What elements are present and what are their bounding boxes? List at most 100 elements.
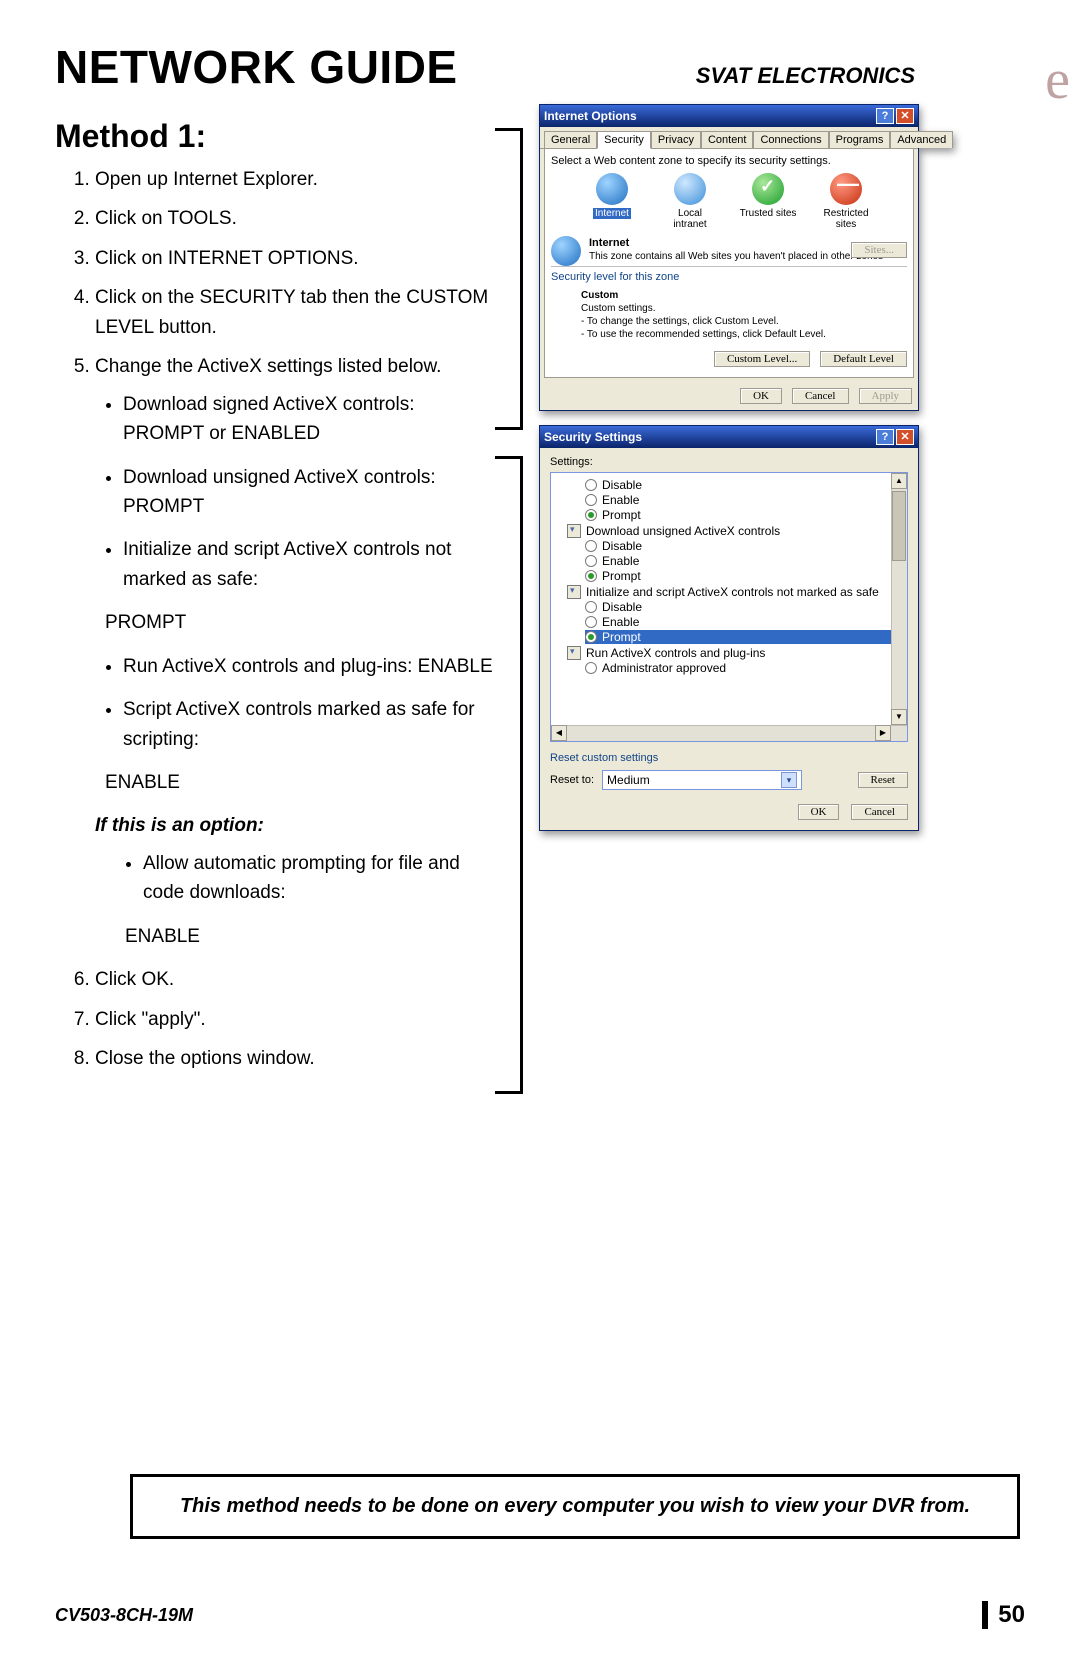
zone-prompt: Select a Web content zone to specify its… (551, 155, 907, 167)
stop-icon (830, 173, 862, 205)
reset-to-value: Medium (607, 773, 650, 787)
radio-label: Disable (602, 539, 642, 553)
reset-custom-label: Reset custom settings (550, 752, 908, 764)
dlg1-apply-button[interactable]: Apply (859, 388, 913, 404)
step-8: Close the options window. (95, 1044, 495, 1073)
scroll-left-icon[interactable]: ◀ (551, 725, 567, 741)
radio-label: Enable (602, 615, 639, 629)
step-5-text: Change the ActiveX settings listed below… (95, 356, 441, 377)
radio-enable-3[interactable]: Enable (585, 615, 901, 629)
close-icon[interactable]: ✕ (896, 108, 914, 124)
group-label: Download unsigned ActiveX controls (586, 524, 780, 538)
radio-label: Disable (602, 600, 642, 614)
radio-label: Prompt (602, 508, 641, 522)
step5-b5-text: Script ActiveX controls marked as safe f… (123, 699, 475, 749)
zone-local-intranet[interactable]: Local intranet (660, 173, 720, 230)
step-5: Change the ActiveX settings listed below… (95, 352, 495, 951)
step5-b3-value: PROMPT (105, 608, 495, 637)
step-3: Click on INTERNET OPTIONS. (95, 244, 495, 273)
radio-enable-1[interactable]: Enable (585, 493, 901, 507)
radio-icon (585, 540, 597, 552)
zone-desc-icon (551, 236, 581, 266)
zone-restricted-sites[interactable]: Restricted sites (816, 173, 876, 230)
zone-desc-title: Internet (589, 237, 629, 249)
zone-internet[interactable]: Internet (582, 173, 642, 230)
zone-trusted-label: Trusted sites (740, 208, 797, 219)
radio-enable-2[interactable]: Enable (585, 554, 901, 568)
radio-icon (585, 509, 597, 521)
dlg1-tabs: General Security Privacy Content Connect… (540, 127, 918, 149)
tab-content[interactable]: Content (701, 131, 754, 148)
help-icon[interactable]: ? (876, 429, 894, 445)
dlg2-cancel-button[interactable]: Cancel (851, 804, 908, 820)
reset-to-label: Reset to: (550, 774, 594, 786)
radio-disable-3[interactable]: Disable (585, 600, 901, 614)
settings-list[interactable]: Disable Enable Prompt Download unsigned … (550, 472, 908, 742)
group-icon (567, 585, 581, 599)
security-level-label: Security level for this zone (551, 271, 907, 283)
tab-connections[interactable]: Connections (753, 131, 828, 148)
dlg1-title: Internet Options (544, 109, 637, 123)
tab-general[interactable]: General (544, 131, 597, 148)
check-icon (752, 173, 784, 205)
security-settings-dialog: Security Settings ? ✕ Settings: Disable … (539, 425, 919, 831)
scrollbar-horizontal[interactable] (551, 725, 907, 741)
page-bar-icon (982, 1601, 988, 1629)
model-number: CV503-8CH-19M (55, 1605, 193, 1626)
step-list: Open up Internet Explorer. Click on TOOL… (55, 165, 495, 1074)
scroll-right-icon[interactable]: ▶ (875, 725, 891, 741)
dlg2-title: Security Settings (544, 430, 642, 444)
group-label: Initialize and script ActiveX controls n… (586, 585, 879, 599)
radio-icon (585, 616, 597, 628)
radio-disable-1[interactable]: Disable (585, 478, 901, 492)
dlg1-ok-button[interactable]: OK (740, 388, 782, 404)
step5-bullet-3: Initialize and script ActiveX controls n… (123, 535, 495, 637)
zone-trusted-sites[interactable]: Trusted sites (738, 173, 798, 230)
scroll-thumb[interactable] (892, 491, 906, 561)
reset-button[interactable]: Reset (858, 772, 908, 788)
custom-level-button[interactable]: Custom Level... (714, 351, 810, 367)
tab-privacy[interactable]: Privacy (651, 131, 701, 148)
dlg2-titlebar: Security Settings ? ✕ (540, 426, 918, 448)
step5-bullet-4: Run ActiveX controls and plug-ins: ENABL… (123, 652, 495, 681)
radio-prompt-1[interactable]: Prompt (585, 508, 901, 522)
radio-disable-2[interactable]: Disable (585, 539, 901, 553)
sites-button[interactable]: Sites... (851, 242, 907, 258)
radio-icon (585, 631, 597, 643)
chevron-down-icon[interactable]: ▾ (781, 772, 797, 788)
radio-admin-approved[interactable]: Administrator approved (585, 661, 901, 675)
dlg1-titlebar: Internet Options ? ✕ (540, 105, 918, 127)
custom-title: Custom (581, 290, 618, 301)
bracket-1 (495, 128, 523, 430)
radio-label: Disable (602, 478, 642, 492)
internet-options-dialog: Internet Options ? ✕ General Security Pr… (539, 104, 919, 411)
tab-advanced[interactable]: Advanced (890, 131, 953, 148)
reset-to-combo[interactable]: Medium ▾ (602, 770, 802, 790)
close-icon[interactable]: ✕ (896, 429, 914, 445)
radio-icon (585, 662, 597, 674)
radio-label: Enable (602, 493, 639, 507)
if-option-label: If this is an option: (95, 811, 495, 840)
page-title: NETWORK GUIDE (55, 40, 458, 94)
radio-label: Enable (602, 554, 639, 568)
scroll-down-icon[interactable]: ▼ (891, 709, 907, 725)
group-icon (567, 524, 581, 538)
radio-prompt-3-selected[interactable]: Prompt (585, 630, 901, 644)
help-icon[interactable]: ? (876, 108, 894, 124)
dlg1-cancel-button[interactable]: Cancel (792, 388, 849, 404)
step5-b3-text: Initialize and script ActiveX controls n… (123, 539, 451, 589)
dlg2-ok-button[interactable]: OK (798, 804, 840, 820)
globe-icon (596, 173, 628, 205)
tab-security[interactable]: Security (597, 131, 651, 149)
step5-b5-value: ENABLE (105, 768, 495, 797)
radio-icon (585, 494, 597, 506)
step-1: Open up Internet Explorer. (95, 165, 495, 194)
tab-programs[interactable]: Programs (829, 131, 891, 148)
scroll-up-icon[interactable]: ▲ (891, 473, 907, 489)
step-7: Click "apply". (95, 1005, 495, 1034)
radio-icon (585, 570, 597, 582)
zone-internet-label: Internet (593, 208, 631, 219)
radio-prompt-2[interactable]: Prompt (585, 569, 901, 583)
opt-bullet-text: Allow automatic prompting for file and c… (143, 853, 460, 903)
default-level-button[interactable]: Default Level (820, 351, 907, 367)
